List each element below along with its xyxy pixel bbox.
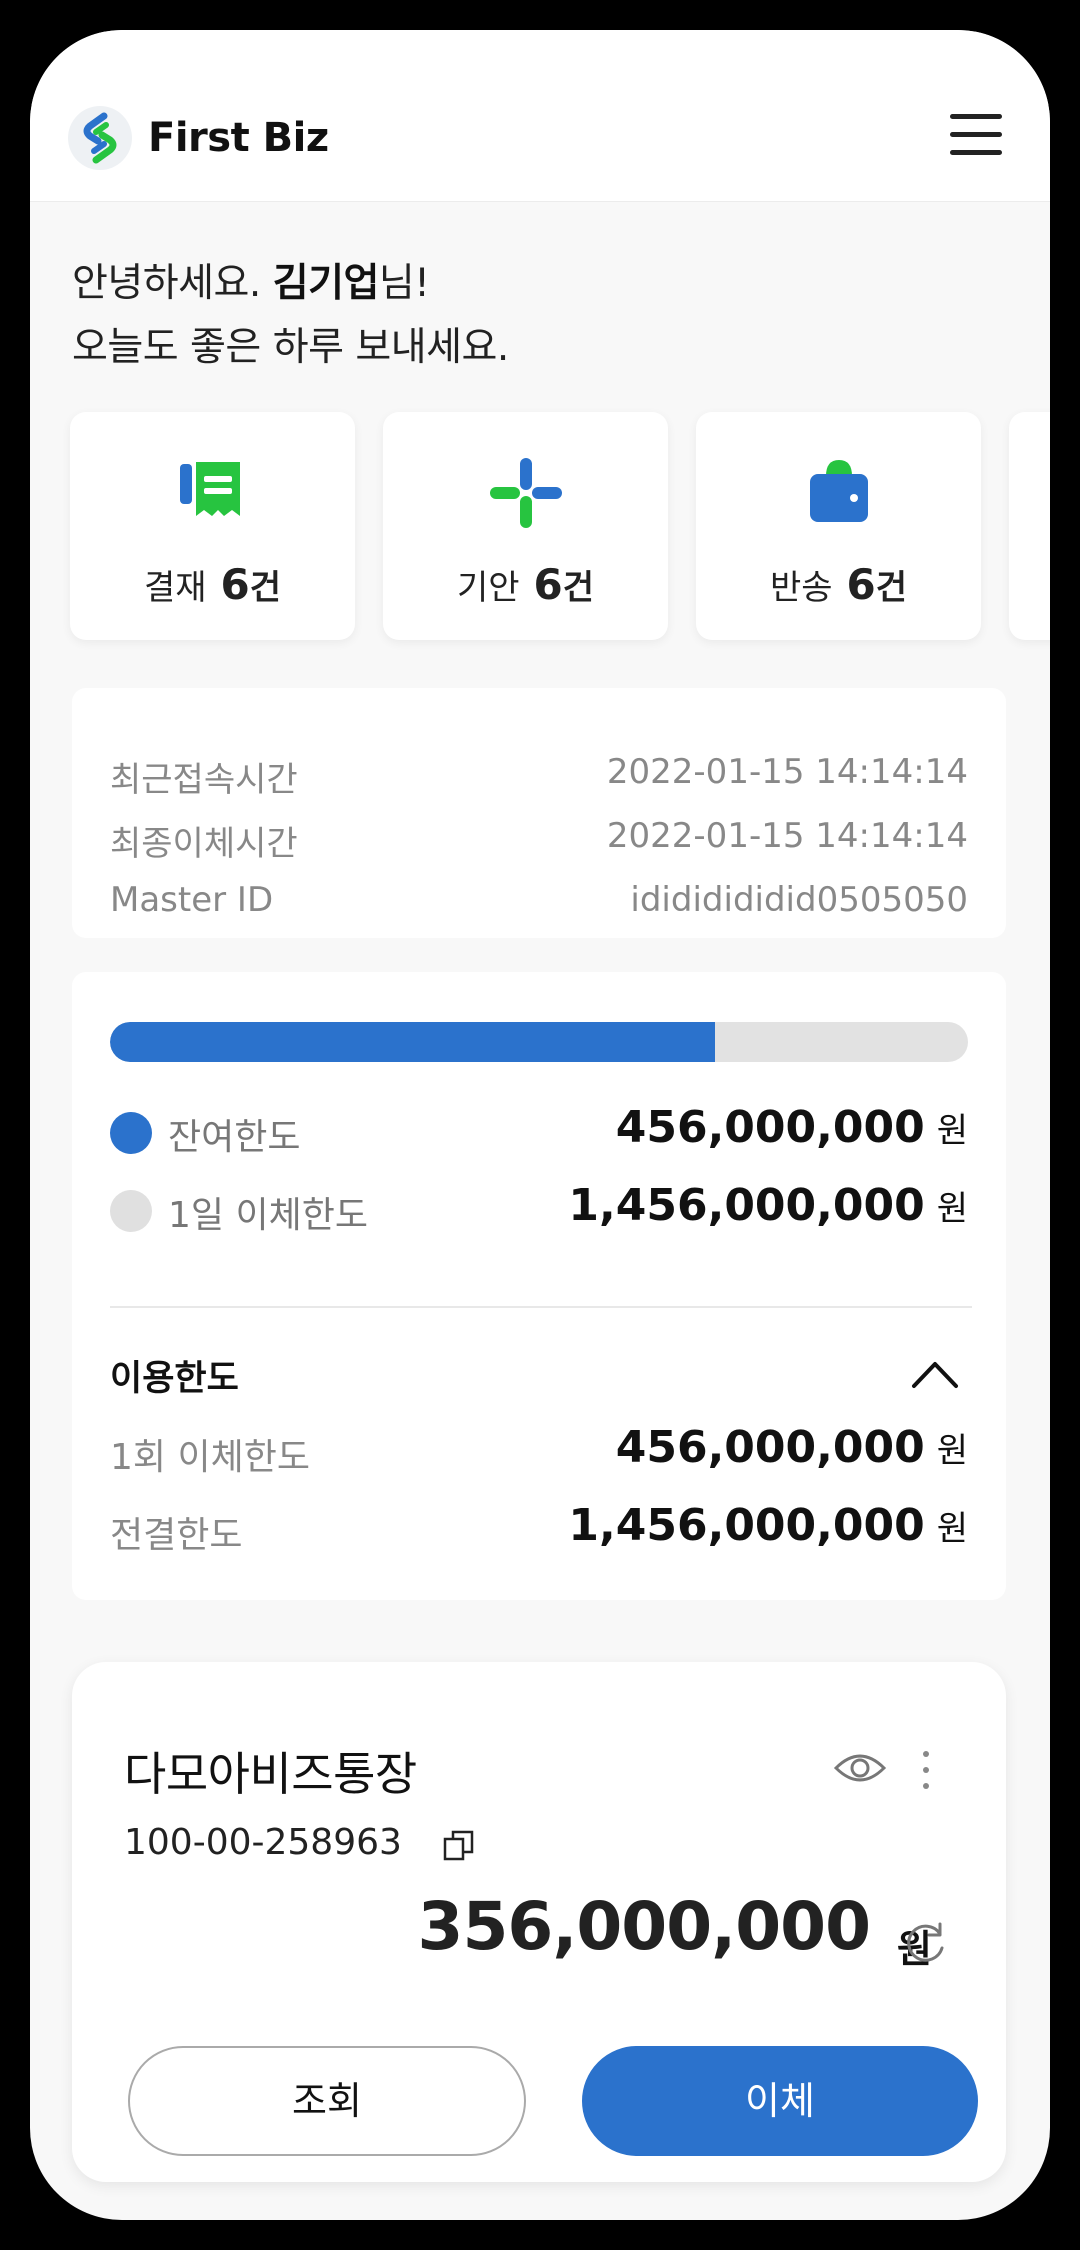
usage-limit-title: 이용한도 [110,1359,239,1399]
daily-dot-icon [110,1190,152,1232]
chevron-up-icon[interactable] [910,1356,960,1392]
account-balance: 356,000,000 [417,1888,871,1965]
view-button[interactable]: 조회 [128,2046,526,2156]
user-name: 김기업 [272,261,380,306]
per-transfer-limit-row: 1회 이체한도 456,000,000 원 [110,1422,968,1478]
wallet-icon [810,460,868,522]
logo-icon [83,112,117,164]
quick-card-label: 결재 6건 [143,560,282,609]
greeting: 안녕하세요. 김기업님! 오늘도 좋은 하루 보내세요. [72,252,509,380]
quick-menu-row: 결재 6건 기안 6건 반송 6건 [70,412,1050,642]
hamburger-menu-icon[interactable] [950,114,1002,160]
limit-progress-fill [110,1022,715,1062]
eye-icon[interactable] [832,1748,888,1788]
daily-limit-row: 1일 이체한도 1,456,000,000 원 [110,1180,968,1240]
account-name: 다모아비즈통장 [124,1747,417,1801]
greeting-line2: 오늘도 좋은 하루 보내세요. [72,325,509,370]
more-vertical-icon[interactable] [916,1748,936,1792]
copy-icon[interactable] [442,1828,476,1862]
account-card: 다모아비즈통장 100-00-258963 356,000,000 원 조회 이… [72,1662,1006,2182]
greeting-suffix: 님! [378,261,430,306]
quick-card-draft[interactable]: 기안 6건 [383,412,668,640]
divider [110,1306,972,1308]
limit-card: 잔여한도 456,000,000 원 1일 이체한도 1,456,000,000 원… [72,972,1006,1600]
quick-card-more[interactable] [1009,412,1050,640]
remaining-dot-icon [110,1112,152,1154]
remaining-limit-row: 잔여한도 456,000,000 원 [110,1102,968,1162]
approval-limit-row: 전결한도 1,456,000,000 원 [110,1500,968,1556]
app-logo[interactable] [68,106,132,170]
greeting-prefix: 안녕하세요. [72,261,273,306]
info-row: 최종이체시간 2022-01-15 14:14:14 [110,816,968,864]
plus-icon [490,458,562,528]
info-row: Master ID idididididid0505050 [110,880,968,920]
quick-card-label: 반송 6건 [769,560,908,609]
receipt-icon [180,462,240,516]
app-header: First Biz [30,30,1050,202]
access-info-card: 최근접속시간 2022-01-15 14:14:14 최종이체시간 2022-0… [72,688,1006,938]
info-row: 최근접속시간 2022-01-15 14:14:14 [110,752,968,800]
phone-screen: First Biz 안녕하세요. 김기업님! 오늘도 좋은 하루 보내세요. 결… [30,30,1050,2220]
refresh-icon[interactable] [900,1918,950,1968]
quick-card-label: 기안 6건 [456,560,595,609]
limit-progress-bar [110,1022,968,1062]
quick-card-return[interactable]: 반송 6건 [696,412,981,640]
transfer-button[interactable]: 이체 [582,2046,978,2156]
app-title: First Biz [148,115,329,161]
account-number: 100-00-258963 [124,1822,402,1863]
quick-card-approval[interactable]: 결재 6건 [70,412,355,640]
